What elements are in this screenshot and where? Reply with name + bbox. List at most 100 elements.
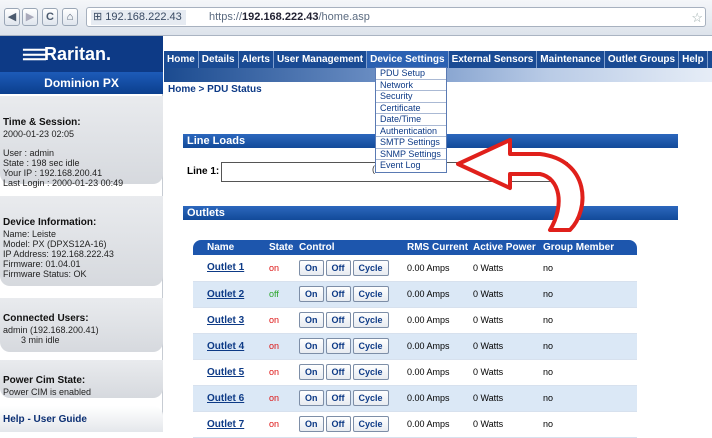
dropdown-snmp-settings[interactable]: SNMP Settings (376, 149, 446, 160)
off-button[interactable]: Off (325, 364, 351, 380)
outlet-active-power: 0 Watts (469, 307, 539, 334)
menu-home[interactable]: Home (164, 51, 199, 68)
outlet-name-cell: Outlet 1 (193, 255, 265, 282)
line-1-label: Line 1: (187, 166, 220, 177)
outlet-state: on (265, 385, 295, 412)
off-button[interactable]: Off (325, 312, 351, 328)
address-bar[interactable]: ⊞ 192.168.222.43 https://192.168.222.43/… (86, 7, 706, 27)
off-button[interactable]: Off (325, 259, 351, 276)
dropdown-date-time[interactable]: Date/Time (376, 114, 446, 126)
users-title: Connected Users: (3, 313, 89, 324)
dropdown-event-log[interactable]: Event Log (376, 160, 446, 172)
outlet-group-member: no (539, 333, 637, 360)
cycle-button[interactable]: Cycle (352, 338, 389, 354)
outlet-state: on (265, 333, 295, 360)
outlet-link[interactable]: Outlet 5 (197, 367, 244, 378)
menu-details[interactable]: Details (199, 51, 239, 68)
menu-device-settings[interactable]: Device Settings (367, 51, 449, 68)
outlet-rms-current: 0.00 Amps (403, 333, 469, 360)
on-button[interactable]: On (299, 312, 324, 328)
outlet-state: on (265, 359, 295, 386)
home-icon[interactable]: ⌂ (62, 8, 78, 26)
dropdown-pdu-setup[interactable]: PDU Setup (376, 68, 446, 80)
outlet-link[interactable]: Outlet 4 (197, 341, 244, 352)
cycle-button[interactable]: Cycle (352, 312, 389, 328)
device-title: Device Information: (3, 217, 97, 228)
menu-maintenance[interactable]: Maintenance (537, 51, 605, 68)
url-prefix: https:// (209, 11, 243, 23)
on-button[interactable]: On (299, 286, 324, 302)
outlet-active-power: 0 Watts (469, 281, 539, 308)
outlet-rms-current: 0.00 Amps (403, 359, 469, 386)
bookmark-star-icon[interactable]: ☆ (691, 10, 703, 26)
off-button[interactable]: Off (325, 286, 351, 302)
outlet-link[interactable]: Outlet 7 (197, 419, 244, 430)
dropdown-network[interactable]: Network (376, 80, 446, 91)
outlets-table-header: Name State Control RMS Current Active Po… (193, 240, 637, 255)
col-name: Name (193, 240, 265, 255)
session-title: Time & Session: (3, 117, 81, 128)
outlet-link[interactable]: Outlet 6 (197, 393, 244, 404)
device-panel: Device Information: Name: Leiste Model: … (0, 196, 163, 286)
dropdown-certificate[interactable]: Certificate (376, 103, 446, 114)
outlet-link[interactable]: Outlet 2 (197, 289, 244, 300)
outlet-controls: On Off Cycle (295, 281, 403, 308)
outlet-name-cell: Outlet 5 (193, 359, 265, 386)
help-user-guide-link[interactable]: Help - User Guide (0, 406, 163, 432)
col-control: Control (295, 240, 403, 255)
session-panel: Time & Session: 2000-01-23 02:05 User : … (0, 96, 163, 188)
off-button[interactable]: Off (325, 416, 351, 432)
on-button[interactable]: On (299, 390, 324, 406)
cycle-button[interactable]: Cycle (352, 259, 389, 276)
back-arrow-icon[interactable]: ◀ (4, 8, 20, 26)
outlet-active-power: 0 Watts (469, 255, 539, 282)
cycle-button[interactable]: Cycle (352, 364, 389, 380)
col-rms-current: RMS Current (403, 240, 469, 255)
browser-toolbar: ◀ ▶ C ⌂ ⊞ 192.168.222.43 https:// 192.168… (0, 0, 712, 36)
outlet-row: Outlet 3 on On Off Cycle 0.00 Amps 0 Watts no (193, 307, 637, 334)
outlet-active-power: 0 Watts (469, 359, 539, 386)
outlet-row: Outlet 6 on On Off Cycle 0.00 Amps 0 Watts no (193, 385, 637, 412)
device-ip: IP Address: 192.168.222.43 (3, 249, 114, 259)
outlet-controls: On Off Cycle (295, 385, 403, 412)
menu-help[interactable]: Help (679, 51, 708, 68)
menu-outlet-groups[interactable]: Outlet Groups (605, 51, 680, 68)
users-idle: 3 min idle (21, 335, 60, 345)
url-host: 192.168.222.43 (105, 11, 182, 23)
cycle-button[interactable]: Cycle (352, 390, 389, 406)
dropdown-authentication[interactable]: Authentication (376, 126, 446, 137)
cycle-button[interactable]: Cycle (352, 416, 389, 432)
on-button[interactable]: On (299, 364, 324, 380)
off-button[interactable]: Off (325, 338, 351, 354)
outlet-row: Outlet 7 on On Off Cycle 0.00 Amps 0 Watts no (193, 411, 637, 438)
on-button[interactable]: On (299, 259, 324, 276)
dropdown-security[interactable]: Security (376, 91, 446, 103)
off-button[interactable]: Off (325, 390, 351, 406)
outlet-name-cell: Outlet 3 (193, 307, 265, 334)
forward-arrow-icon[interactable]: ▶ (22, 8, 38, 26)
device-firmware: Firmware: 01.04.01 (3, 259, 81, 269)
menu-alerts[interactable]: Alerts (239, 51, 274, 68)
logo-text: Raritan. (44, 44, 112, 64)
outlet-state: on (265, 307, 295, 334)
url-host-badge: ⊞ 192.168.222.43 (91, 10, 186, 25)
top-whitespace (164, 36, 712, 51)
breadcrumb: Home > PDU Status (168, 84, 262, 95)
outlet-link[interactable]: Outlet 3 (197, 315, 244, 326)
on-button[interactable]: On (299, 338, 324, 354)
outlet-active-power: 0 Watts (469, 333, 539, 360)
menu-external-sensors[interactable]: External Sensors (449, 51, 538, 68)
product-name: Dominion PX (0, 72, 163, 94)
sidebar: ☰☰Raritan. Dominion PX Time & Session: 2… (0, 36, 163, 432)
dropdown-smtp-settings[interactable]: SMTP Settings (376, 137, 446, 149)
cycle-button[interactable]: Cycle (352, 286, 389, 302)
outlet-state: on (265, 255, 295, 282)
outlet-row: Outlet 5 on On Off Cycle 0.00 Amps 0 Watts no (193, 359, 637, 386)
reload-button[interactable]: C (42, 8, 58, 26)
outlet-active-power: 0 Watts (469, 385, 539, 412)
outlet-link[interactable]: Outlet 1 (197, 262, 244, 273)
menu-user-management[interactable]: User Management (274, 51, 368, 68)
outlet-controls: On Off Cycle (295, 411, 403, 438)
outlet-name-cell: Outlet 7 (193, 411, 265, 438)
on-button[interactable]: On (299, 416, 324, 432)
